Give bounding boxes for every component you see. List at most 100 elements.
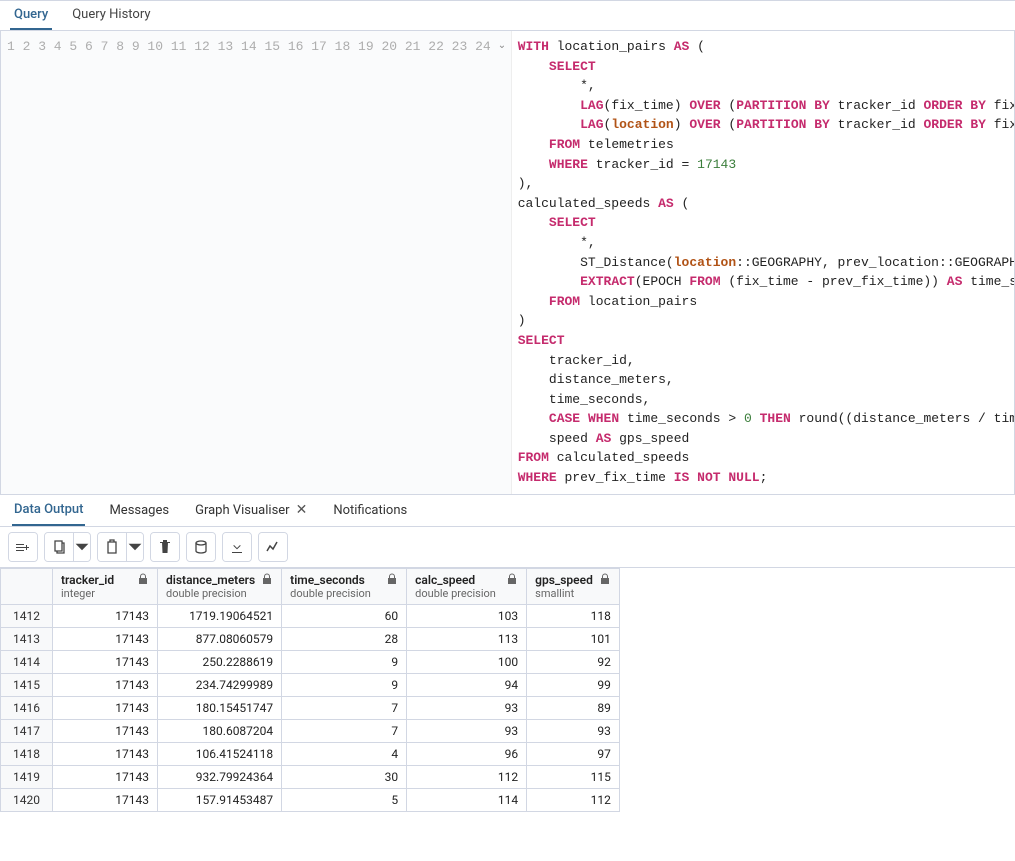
column-type: smallint [535,587,593,600]
tab-query-history[interactable]: Query History [68,1,154,30]
cell[interactable]: 96 [407,742,527,765]
tab-graph-visualiser[interactable]: Graph Visualiser ✕ [193,495,309,525]
table-row[interactable]: 141717143180.608720479393 [1,719,620,742]
cell[interactable]: 93 [407,719,527,742]
corner-cell[interactable] [1,568,53,604]
tab-data-output[interactable]: Data Output [12,495,85,526]
column-header-distance_meters[interactable]: distance_metersdouble precision [158,568,282,604]
cell[interactable]: 17143 [53,742,158,765]
download-button[interactable] [223,533,251,561]
cell[interactable]: 157.91453487 [158,788,282,811]
column-name: calc_speed [415,573,475,587]
delete-button[interactable] [151,533,179,561]
column-type: integer [61,587,114,600]
cell[interactable]: 1719.19064521 [158,604,282,627]
row-number[interactable]: 1417 [1,719,53,742]
fold-chevron-icon[interactable]: ⌄ [498,40,506,51]
tab-query[interactable]: Query [10,1,52,30]
table-row[interactable]: 142017143157.914534875114112 [1,788,620,811]
cell[interactable]: 100 [407,650,527,673]
cell[interactable]: 17143 [53,650,158,673]
row-number[interactable]: 1419 [1,765,53,788]
cell[interactable]: 113 [407,627,527,650]
cell[interactable]: 93 [407,696,527,719]
table-row[interactable]: 1412171431719.1906452160103118 [1,604,620,627]
tab-notifications[interactable]: Notifications [331,496,409,525]
cell[interactable]: 4 [282,742,407,765]
cell[interactable]: 28 [282,627,407,650]
close-icon[interactable]: ✕ [296,502,308,518]
cell[interactable]: 7 [282,719,407,742]
paste-button[interactable] [98,533,126,561]
cell[interactable]: 112 [527,788,620,811]
graph-button[interactable] [259,533,287,561]
column-type: double precision [290,587,371,600]
cell[interactable]: 17143 [53,604,158,627]
cell[interactable]: 93 [527,719,620,742]
cell[interactable]: 234.74299989 [158,673,282,696]
cell[interactable]: 89 [527,696,620,719]
cell[interactable]: 250.2288619 [158,650,282,673]
cell[interactable]: 5 [282,788,407,811]
column-header-calc_speed[interactable]: calc_speeddouble precision [407,568,527,604]
cell[interactable]: 877.08060579 [158,627,282,650]
cell[interactable]: 106.41524118 [158,742,282,765]
column-header-gps_speed[interactable]: gps_speedsmallint [527,568,620,604]
cell[interactable]: 17143 [53,765,158,788]
row-number[interactable]: 1420 [1,788,53,811]
row-number[interactable]: 1412 [1,604,53,627]
table-row[interactable]: 141417143250.2288619910092 [1,650,620,673]
cell[interactable]: 7 [282,696,407,719]
cell[interactable]: 114 [407,788,527,811]
cell[interactable]: 60 [282,604,407,627]
table-row[interactable]: 141917143932.7992436430112115 [1,765,620,788]
cell[interactable]: 17143 [53,673,158,696]
table-row[interactable]: 141817143106.4152411849697 [1,742,620,765]
editor-gutter: 1 2 3 4 5 6 7 8 9 10 11 12 13 14 15 16 1… [1,31,512,494]
cell[interactable]: 932.79924364 [158,765,282,788]
column-name: time_seconds [290,573,365,587]
copy-dropdown[interactable] [74,533,90,561]
add-row-button[interactable] [9,533,37,561]
column-header-time_seconds[interactable]: time_secondsdouble precision [282,568,407,604]
editor-content[interactable]: WITH location_pairs AS ( SELECT *, LAG(f… [512,31,1014,494]
cell[interactable]: 112 [407,765,527,788]
cell[interactable]: 17143 [53,627,158,650]
cell[interactable]: 30 [282,765,407,788]
table-row[interactable]: 141617143180.1545174779389 [1,696,620,719]
cell[interactable]: 103 [407,604,527,627]
cell[interactable]: 92 [527,650,620,673]
cell[interactable]: 94 [407,673,527,696]
row-number[interactable]: 1414 [1,650,53,673]
cell[interactable]: 118 [527,604,620,627]
sql-editor[interactable]: 1 2 3 4 5 6 7 8 9 10 11 12 13 14 15 16 1… [0,31,1015,494]
row-number[interactable]: 1415 [1,673,53,696]
row-number[interactable]: 1413 [1,627,53,650]
cell[interactable]: 17143 [53,788,158,811]
cell[interactable]: 17143 [53,719,158,742]
column-name: gps_speed [535,573,593,587]
cell[interactable]: 180.6087204 [158,719,282,742]
cell[interactable]: 115 [527,765,620,788]
database-save-icon [193,539,209,555]
tab-messages[interactable]: Messages [107,496,171,525]
row-number[interactable]: 1416 [1,696,53,719]
column-type: double precision [415,587,496,600]
cell[interactable]: 99 [527,673,620,696]
cell[interactable]: 17143 [53,696,158,719]
cell[interactable]: 180.15451747 [158,696,282,719]
cell[interactable]: 9 [282,673,407,696]
cell[interactable]: 9 [282,650,407,673]
results-table[interactable]: tracker_idintegerdistance_metersdouble p… [0,568,620,812]
table-row[interactable]: 141517143234.7429998999499 [1,673,620,696]
row-number[interactable]: 1418 [1,742,53,765]
save-data-button[interactable] [187,533,215,561]
column-name: tracker_id [61,573,114,587]
copy-button[interactable] [45,533,73,561]
table-row[interactable]: 141317143877.0806057928113101 [1,627,620,650]
paste-dropdown[interactable] [127,533,143,561]
cell[interactable]: 101 [527,627,620,650]
cell[interactable]: 97 [527,742,620,765]
column-header-tracker_id[interactable]: tracker_idinteger [53,568,158,604]
trash-icon [157,539,173,555]
